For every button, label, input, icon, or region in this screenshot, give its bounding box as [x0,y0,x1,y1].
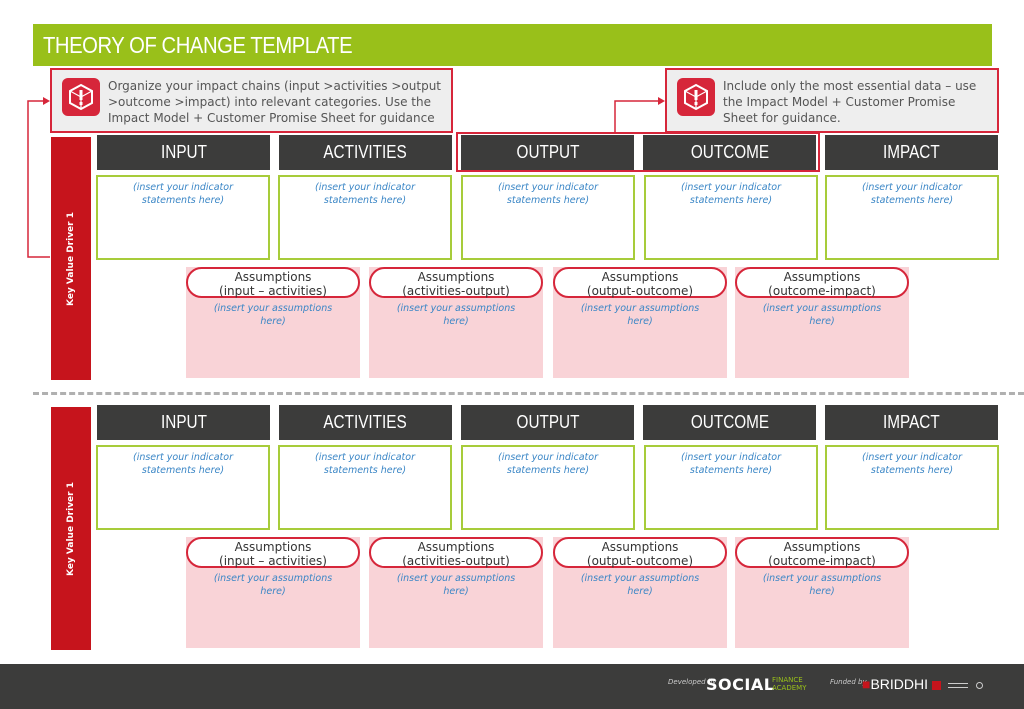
footer: Developed by SOCIAL FINANCE ACADEMY Fund… [0,664,1024,709]
assumptions-placeholder: (insert your assumptions here) [396,573,516,597]
indicator-box-outcome[interactable]: (insert your indicator statements here) [644,175,818,260]
column-header-outcome: OUTCOME [643,405,816,440]
indicator-box-output[interactable]: (insert your indicator statements here) [461,175,635,260]
assumptions-header: Assumptions (input – activities) [186,537,360,568]
partner-logo-icon [976,682,983,689]
indicator-box-activities[interactable]: (insert your indicator statements here) [278,175,452,260]
assumptions-header: Assumptions (output-outcome) [553,537,727,568]
indicator-box-output[interactable]: (insert your indicator statements here) [461,445,635,530]
briddhi-logo: ■BRIDDHI [862,676,929,692]
key-value-driver-bar: Key Value Driver 1 [51,137,91,380]
indicator-box-outcome[interactable]: (insert your indicator statements here) [644,445,818,530]
alert-cube-icon [62,78,100,116]
assumptions-header: Assumptions (activities-output) [369,537,543,568]
assumptions-box-output-outcome[interactable]: Assumptions (output-outcome) (insert your… [553,537,727,648]
indicator-box-impact[interactable]: (insert your indicator statements here) [825,175,999,260]
indicator-box-impact[interactable]: (insert your indicator statements here) [825,445,999,530]
guidance-note-right: Include only the most essential data – u… [665,68,999,133]
key-value-driver-bar: Key Value Driver 1 [51,407,91,650]
assumptions-header: Assumptions (outcome-impact) [735,267,909,298]
assumptions-box-activities-output[interactable]: Assumptions (activities-output) (insert y… [369,267,543,378]
column-header-input: INPUT [97,405,270,440]
assumptions-placeholder: (insert your assumptions here) [762,303,882,327]
indicator-box-input[interactable]: (insert your indicator statements here) [96,175,270,260]
indicator-box-input[interactable]: (insert your indicator statements here) [96,445,270,530]
assumptions-header: Assumptions (outcome-impact) [735,537,909,568]
assumptions-box-activities-output[interactable]: Assumptions (activities-output) (insert y… [369,537,543,648]
guidance-note-right-text: Include only the most essential data – u… [723,79,977,125]
column-header-impact: IMPACT [825,135,998,170]
guidance-note-left: Organize your impact chains (input >acti… [50,68,453,133]
swiss-flag-icon [932,681,941,690]
assumptions-header: Assumptions (input – activities) [186,267,360,298]
guidance-note-left-text: Organize your impact chains (input >acti… [108,79,442,125]
column-header-activities: ACTIVITIES [279,135,452,170]
assumptions-box-outcome-impact[interactable]: Assumptions (outcome-impact) (insert your… [735,267,909,378]
key-value-driver-label: Key Value Driver 1 [66,481,76,576]
finance-academy-text: FINANCE ACADEMY [772,676,807,692]
assumptions-placeholder: (insert your assumptions here) [213,573,333,597]
highlight-frame [456,132,820,172]
key-value-driver-label: Key Value Driver 1 [66,211,76,306]
indicator-box-activities[interactable]: (insert your indicator statements here) [278,445,452,530]
assumptions-box-input-activities[interactable]: Assumptions (input – activities) (insert … [186,267,360,378]
alert-cube-icon [677,78,715,116]
column-header-activities: ACTIVITIES [279,405,452,440]
column-header-output: OUTPUT [461,405,634,440]
assumptions-placeholder: (insert your assumptions here) [213,303,333,327]
social-finance-academy-logo: SOCIAL [706,675,775,694]
column-header-impact: IMPACT [825,405,998,440]
assumptions-box-output-outcome[interactable]: Assumptions (output-outcome) (insert your… [553,267,727,378]
assumptions-placeholder: (insert your assumptions here) [762,573,882,597]
assumptions-placeholder: (insert your assumptions here) [580,573,700,597]
assumptions-header: Assumptions (output-outcome) [553,267,727,298]
column-header-input: INPUT [97,135,270,170]
section-divider [33,392,1024,395]
assumptions-placeholder: (insert your assumptions here) [580,303,700,327]
partner-logo-icon [948,683,968,688]
assumptions-placeholder: (insert your assumptions here) [396,303,516,327]
assumptions-box-input-activities[interactable]: Assumptions (input – activities) (insert … [186,537,360,648]
assumptions-header: Assumptions (activities-output) [369,267,543,298]
assumptions-box-outcome-impact[interactable]: Assumptions (outcome-impact) (insert your… [735,537,909,648]
